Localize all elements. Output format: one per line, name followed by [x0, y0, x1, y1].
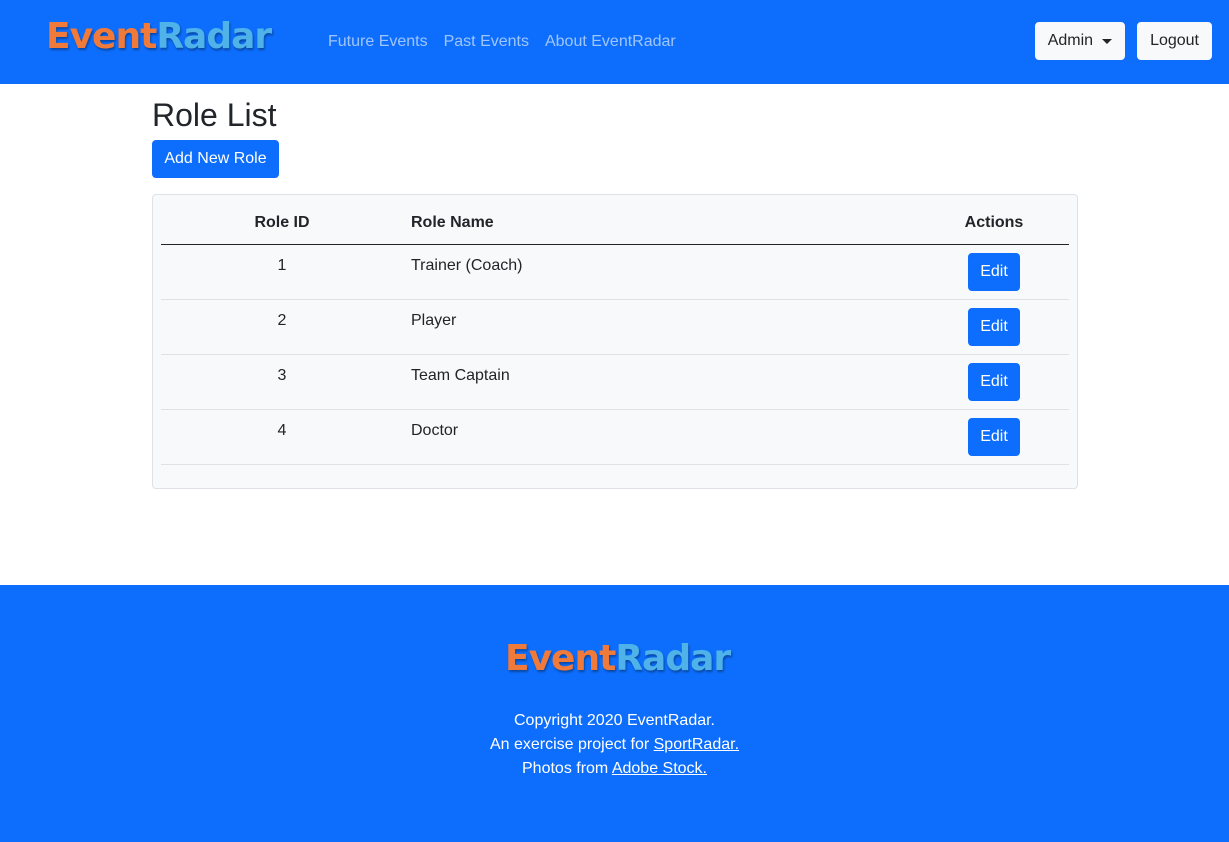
footer-logo: EventRadar [505, 638, 731, 679]
footer-line-photos: Photos from Adobe Stock. [0, 757, 1229, 781]
footer-copyright: Copyright 2020 EventRadar. [513, 712, 715, 729]
edit-button[interactable]: Edit [968, 362, 1020, 401]
role-id-cell: 2 [161, 299, 403, 355]
actions-cell: Edit [919, 354, 1069, 410]
header-role-id: Role ID [161, 203, 403, 245]
table-row: 3 Team Captain Edit [161, 354, 1069, 410]
nav-links: Future Events Past Events About EventRad… [328, 32, 676, 52]
navbar: EventRadar Future Events Past Events Abo… [0, 0, 1229, 84]
brand-logo[interactable]: EventRadar [46, 16, 272, 57]
actions-cell: Edit [919, 409, 1069, 465]
nav-link-future-events[interactable]: Future Events [328, 32, 428, 52]
add-new-role-button[interactable]: Add New Role [152, 140, 279, 178]
adobe-stock-link[interactable]: Adobe Stock. [612, 760, 707, 777]
edit-button[interactable]: Edit [968, 252, 1020, 291]
actions-cell: Edit [919, 299, 1069, 355]
role-id-cell: 1 [161, 244, 403, 300]
role-id-cell: 3 [161, 354, 403, 410]
role-name-cell: Player [403, 299, 919, 355]
role-table-card: Role ID Role Name Actions 1 Trainer (Coa… [152, 194, 1078, 489]
table-row: 1 Trainer (Coach) Edit [161, 244, 1069, 300]
logout-button[interactable]: Logout [1137, 22, 1212, 60]
edit-button[interactable]: Edit [968, 307, 1020, 346]
footer-logo-part1: Event [505, 638, 616, 679]
nav-right: Admin Logout [1034, 22, 1212, 60]
table-row: 4 Doctor Edit [161, 409, 1069, 465]
header-role-name: Role Name [403, 203, 919, 245]
footer-logo-part2: Radar [615, 638, 731, 679]
role-table: Role ID Role Name Actions 1 Trainer (Coa… [161, 203, 1069, 465]
nav-link-about[interactable]: About EventRadar [545, 32, 676, 52]
role-name-cell: Doctor [403, 409, 919, 465]
table-row: 2 Player Edit [161, 299, 1069, 355]
actions-cell: Edit [919, 244, 1069, 300]
caret-down-icon [1102, 38, 1113, 44]
header-actions: Actions [919, 203, 1069, 245]
sportradar-link[interactable]: SportRadar. [654, 736, 739, 753]
table-header-row: Role ID Role Name Actions [161, 203, 1069, 245]
footer-line-project: An exercise project for SportRadar. [0, 733, 1229, 757]
role-name-cell: Team Captain [403, 354, 919, 410]
role-id-cell: 4 [161, 409, 403, 465]
admin-dropdown-button[interactable]: Admin [1034, 22, 1126, 60]
page-title: Role List [152, 97, 277, 133]
edit-button[interactable]: Edit [968, 417, 1020, 456]
brand-logo-part1: Event [46, 16, 157, 57]
nav-link-past-events[interactable]: Past Events [444, 32, 529, 52]
role-name-cell: Trainer (Coach) [403, 244, 919, 300]
footer-text: Copyright 2020 EventRadar. An exercise p… [0, 709, 1229, 781]
admin-dropdown-label: Admin [1047, 32, 1094, 49]
brand-logo-part2: Radar [156, 16, 272, 57]
footer-project-prefix: An exercise project for [489, 736, 650, 753]
footer-photos-prefix: Photos from [522, 760, 609, 777]
footer: EventRadar Copyright 2020 EventRadar. An… [0, 585, 1229, 842]
